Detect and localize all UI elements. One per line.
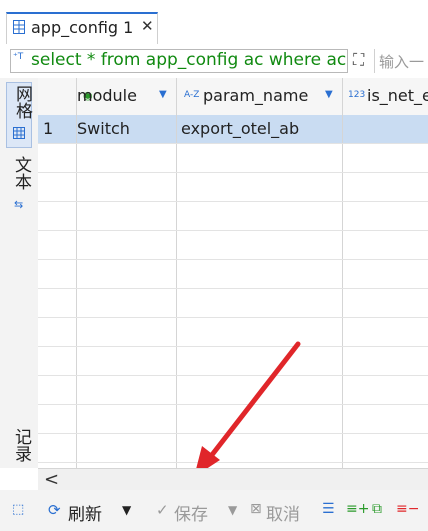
- empty-cell: [177, 231, 343, 259]
- empty-cell: [77, 347, 177, 375]
- empty-cell: [77, 260, 177, 288]
- result-grid: ◉ module ▼ A-Z param_name ▼ 123 is_net_e…: [38, 78, 428, 468]
- column-name: is_net_e: [367, 86, 428, 105]
- cancel-button[interactable]: 取消: [266, 500, 300, 525]
- result-tab[interactable]: app_config 1 ✕: [6, 12, 158, 44]
- copy-row-icon[interactable]: ⧉: [372, 501, 382, 517]
- add-row-icon[interactable]: ≡+: [346, 501, 369, 517]
- record-view-button[interactable]: 记录: [9, 428, 34, 462]
- row-number-header: [38, 78, 77, 115]
- sql-query-field[interactable]: ⁺T select * from app_config ac where ac: [10, 49, 348, 73]
- sql-filter-bar: ⁺T select * from app_config ac where ac …: [0, 44, 428, 79]
- row-number: [38, 173, 77, 201]
- sort-arrow-icon[interactable]: ▼: [325, 89, 333, 100]
- tab-title: app_config 1: [31, 18, 134, 37]
- edit-row-icon[interactable]: ☰: [322, 501, 335, 517]
- row-number: [38, 144, 77, 172]
- table-icon: [13, 20, 25, 34]
- row-number[interactable]: 1: [38, 115, 77, 143]
- sort-arrow-icon[interactable]: ▼: [159, 89, 167, 100]
- row-number: [38, 434, 77, 462]
- column-name: module: [77, 86, 137, 105]
- empty-cell: [77, 231, 177, 259]
- empty-row: [38, 173, 428, 202]
- expand-icon[interactable]: ⛶: [353, 50, 364, 70]
- empty-row: [38, 231, 428, 260]
- grid-view-label: 网格: [12, 85, 32, 119]
- empty-row: [38, 260, 428, 289]
- refresh-icon[interactable]: ⟳: [48, 501, 61, 519]
- table-row[interactable]: 1 Switch export_otel_ab: [38, 115, 428, 144]
- row-number: [38, 318, 77, 346]
- text-view-icon: ⇆: [14, 198, 24, 211]
- panel-icon[interactable]: ⬚: [12, 502, 24, 517]
- empty-cell: [177, 202, 343, 230]
- filter-input[interactable]: 输入一: [374, 49, 428, 73]
- empty-cell: [77, 405, 177, 433]
- editor-tab-bar: app_config 1 ✕: [0, 0, 428, 45]
- grid-view-button[interactable]: 网格: [6, 82, 32, 148]
- empty-cell: [77, 144, 177, 172]
- cell-param-name[interactable]: export_otel_ab: [177, 115, 343, 143]
- sql-query-text: select * from app_config ac where ac: [31, 50, 347, 70]
- sql-icon: ⁺T: [13, 52, 24, 62]
- empty-cell: [77, 202, 177, 230]
- empty-row: [38, 202, 428, 231]
- empty-cell: [77, 173, 177, 201]
- row-number: [38, 405, 77, 433]
- empty-cell: [77, 318, 177, 346]
- cell-module[interactable]: Switch: [77, 115, 177, 143]
- refresh-button[interactable]: 刷新: [68, 500, 102, 525]
- column-header-module[interactable]: ◉ module ▼: [77, 78, 177, 115]
- text-view-button[interactable]: 文本: [9, 156, 34, 190]
- empty-cell: [177, 144, 343, 172]
- close-icon[interactable]: ✕: [141, 17, 154, 35]
- row-number: [38, 260, 77, 288]
- scroll-left-icon[interactable]: <: [44, 469, 59, 490]
- row-number: [38, 289, 77, 317]
- empty-cell: [77, 376, 177, 404]
- cancel-icon: ⊠: [250, 501, 262, 517]
- view-mode-panel: 网格 文本 ⇆ 记录: [0, 78, 39, 468]
- grid-header: ◉ module ▼ A-Z param_name ▼ 123 is_net_e: [38, 78, 428, 116]
- refresh-dropdown-icon[interactable]: ▼: [122, 503, 131, 517]
- empty-cell: [77, 289, 177, 317]
- delete-row-icon[interactable]: ≡−: [396, 501, 419, 517]
- bottom-toolbar: ⬚ ⟳ 刷新 ▼ ✓ 保存 ▼ ⊠ 取消 ☰ ≡+ ⧉ ≡−: [0, 490, 428, 531]
- empty-cell: [177, 173, 343, 201]
- save-dropdown-icon[interactable]: ▼: [228, 503, 237, 517]
- column-header-param-name[interactable]: A-Z param_name ▼: [177, 78, 343, 115]
- empty-cell: [177, 289, 343, 317]
- empty-row: [38, 144, 428, 173]
- column-type-icon: A-Z: [184, 90, 200, 100]
- empty-row: [38, 289, 428, 318]
- empty-cell: [77, 434, 177, 462]
- horizontal-scrollbar[interactable]: <: [38, 468, 428, 491]
- row-number: [38, 347, 77, 375]
- column-name: param_name: [203, 86, 309, 105]
- row-number: [38, 202, 77, 230]
- column-type-icon: 123: [348, 90, 366, 100]
- cell-is-net[interactable]: [343, 115, 428, 143]
- grid-icon: [13, 127, 25, 139]
- row-number: [38, 231, 77, 259]
- save-button[interactable]: 保存: [174, 500, 208, 525]
- annotation-arrow: [196, 341, 301, 468]
- empty-cell: [177, 260, 343, 288]
- filter-placeholder: 输入一: [379, 53, 425, 71]
- save-icon: ✓: [156, 501, 169, 519]
- row-number: [38, 376, 77, 404]
- column-header-is-net[interactable]: 123 is_net_e: [343, 78, 428, 115]
